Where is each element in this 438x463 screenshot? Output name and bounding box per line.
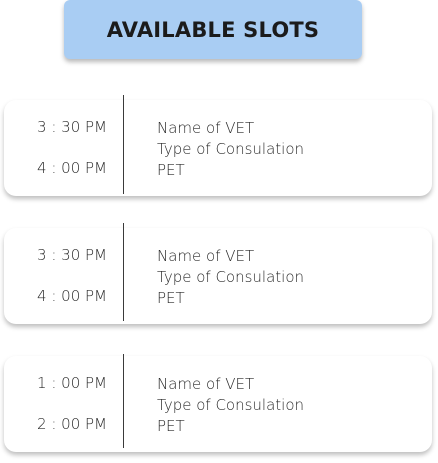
slot-details: Name of VET Type of Consulation PET xyxy=(157,118,304,181)
slot-end-time: 4 : 00 PM xyxy=(37,159,107,177)
slot-consultation-type: Type of Consulation xyxy=(157,268,305,286)
slot-vet-name: Name of VET xyxy=(157,119,255,137)
slot-end-time: 2 : 00 PM xyxy=(37,415,107,433)
slot-details: Name of VET Type of Consulation PET xyxy=(157,374,304,437)
slot-divider xyxy=(123,354,124,448)
slot-divider xyxy=(123,223,124,321)
slot-vet-name: Name of VET xyxy=(157,247,255,265)
slot-details: Name of VET Type of Consulation PET xyxy=(157,246,304,309)
slot-pet: PET xyxy=(157,417,185,435)
slot-consultation-type: Type of Consulation xyxy=(157,396,305,414)
slot-start-time: 3 : 30 PM xyxy=(37,246,107,264)
slot-divider xyxy=(123,95,124,194)
slot-end-time: 4 : 00 PM xyxy=(37,287,107,305)
slot-start-time: 3 : 30 PM xyxy=(37,118,107,136)
slot-consultation-type: Type of Consulation xyxy=(157,140,305,158)
page-title: AVAILABLE SLOTS xyxy=(64,0,362,59)
slot-times: 1 : 00 PM 2 : 00 PM xyxy=(4,356,107,452)
slot-start-time: 1 : 00 PM xyxy=(37,374,107,392)
slot-times: 3 : 30 PM 4 : 00 PM xyxy=(4,228,107,324)
slot-pet: PET xyxy=(157,289,185,307)
page-title-label: AVAILABLE SLOTS xyxy=(106,17,320,42)
slot-pet: PET xyxy=(157,161,185,179)
slot-vet-name: Name of VET xyxy=(157,375,255,393)
slot-card[interactable]: 3 : 30 PM 4 : 00 PM Name of VET Type of … xyxy=(4,223,432,324)
slot-card[interactable]: 1 : 00 PM 2 : 00 PM Name of VET Type of … xyxy=(4,354,432,452)
slot-card[interactable]: 3 : 30 PM 4 : 00 PM Name of VET Type of … xyxy=(4,95,432,196)
slot-times: 3 : 30 PM 4 : 00 PM xyxy=(4,100,107,196)
